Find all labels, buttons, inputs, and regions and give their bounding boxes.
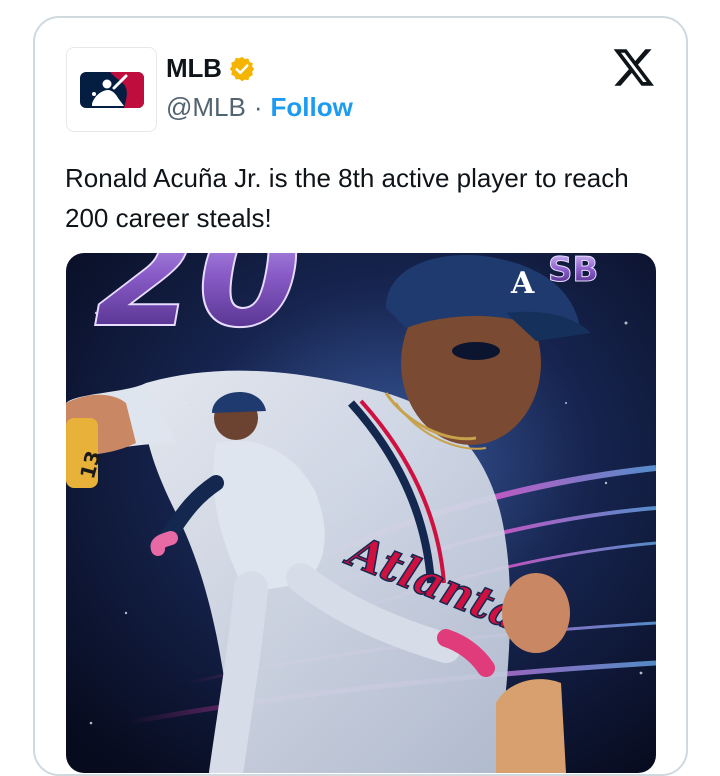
tweet-text: Ronald Acuña Jr. is the 8th active playe… bbox=[65, 163, 629, 233]
tweet-media-image[interactable]: 20 SB 13 Atlanta A bbox=[66, 253, 656, 773]
handle[interactable]: @MLB bbox=[166, 92, 246, 123]
svg-text:A: A bbox=[510, 266, 535, 301]
avatar[interactable] bbox=[66, 47, 157, 132]
mlb-logo-icon bbox=[80, 72, 144, 108]
display-name[interactable]: MLB bbox=[166, 53, 222, 84]
x-logo-icon[interactable] bbox=[612, 45, 656, 89]
follow-button[interactable]: Follow bbox=[271, 92, 353, 123]
tweet-card[interactable]: MLB @MLB · Follow Ronald Acuña Jr. is th… bbox=[33, 16, 688, 776]
verified-badge-icon bbox=[229, 56, 254, 81]
separator-dot: · bbox=[253, 92, 263, 122]
svg-text:20: 20 bbox=[77, 253, 317, 361]
